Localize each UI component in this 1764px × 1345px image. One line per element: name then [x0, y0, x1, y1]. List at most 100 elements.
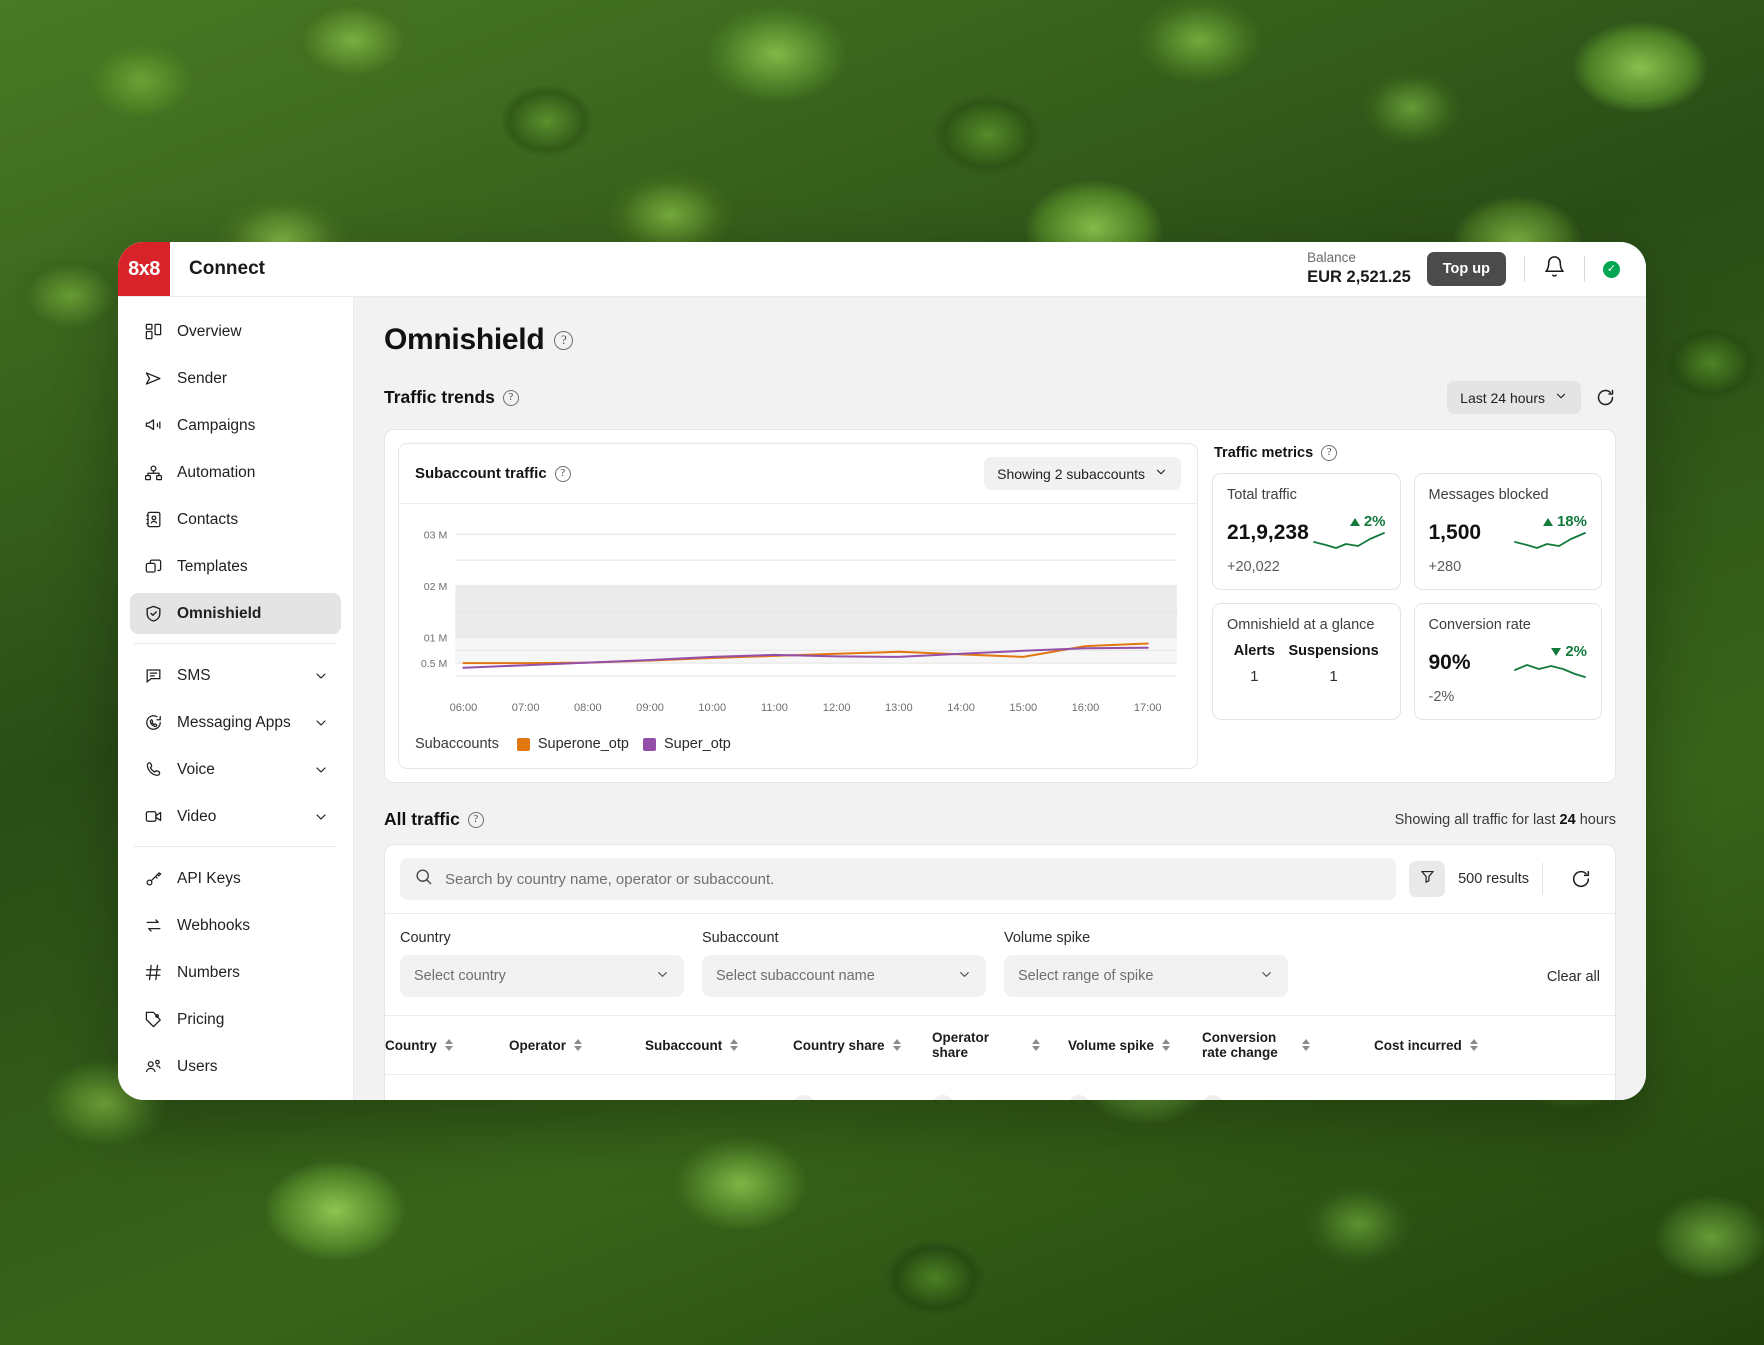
sort-icon[interactable] — [1469, 1039, 1478, 1051]
col-operator-share[interactable]: Operator share — [932, 1016, 1068, 1075]
traffic-trends-header: Traffic trends ? Last 24 hours — [384, 381, 1616, 414]
divider — [1524, 256, 1525, 282]
svg-text:17:00: 17:00 — [1134, 702, 1162, 714]
help-icon[interactable]: ? — [502, 389, 519, 406]
metric-label: Messages blocked — [1428, 487, 1549, 503]
sort-icon[interactable] — [1032, 1039, 1040, 1051]
sidebar-item-automation[interactable]: Automation — [130, 452, 341, 493]
chart-plot-area: 0.5 M 01 M 02 M 03 M 06:00 07:00 08:00 09:00 10… — [399, 504, 1197, 726]
legend-title: Subaccounts — [415, 736, 499, 752]
cell-country: India — [385, 1074, 509, 1100]
col-cost-incurred[interactable]: Cost incurred — [1374, 1016, 1615, 1075]
legend-item-superone-otp[interactable]: Superone_otp — [516, 736, 629, 752]
glance-header: Alerts — [1233, 643, 1275, 659]
sidebar-item-voice[interactable]: Voice — [130, 749, 341, 790]
whatsapp-icon — [142, 712, 164, 734]
col-country[interactable]: Country — [385, 1016, 509, 1075]
help-icon[interactable]: ? — [554, 465, 571, 482]
sidebar-item-label: Messaging Apps — [177, 713, 291, 731]
metric-value: 90% — [1428, 650, 1471, 674]
chevron-down-icon[interactable] — [313, 668, 329, 684]
metric-label: Conversion rate — [1428, 617, 1531, 633]
top-up-button[interactable]: Top up — [1426, 252, 1506, 286]
sidebar-item-video[interactable]: Video — [130, 796, 341, 837]
sidebar-item-label: Omnishield — [177, 604, 262, 622]
sidebar-item-templates[interactable]: Templates — [130, 546, 341, 587]
sidebar-item-label: Numbers — [177, 963, 240, 981]
clear-all-button[interactable]: Clear all — [1547, 969, 1600, 985]
cell-operator-share: 10% — [932, 1074, 1068, 1100]
brand-logo[interactable]: 8x8 — [118, 242, 170, 296]
col-operator[interactable]: Operator — [509, 1016, 645, 1075]
sort-icon[interactable] — [892, 1039, 901, 1051]
chevron-down-icon — [1554, 389, 1568, 406]
search-input[interactable] — [445, 870, 1383, 888]
help-icon[interactable]: ? — [554, 330, 574, 350]
col-country-share[interactable]: Country share — [793, 1016, 932, 1075]
sidebar-item-messaging-apps[interactable]: Messaging Apps — [130, 702, 341, 743]
help-icon[interactable]: ? — [467, 811, 484, 828]
sidebar-item-label: Users — [177, 1057, 218, 1075]
sidebar-item-contacts[interactable]: Contacts — [130, 499, 341, 540]
svg-text:09:00: 09:00 — [636, 702, 664, 714]
legend-label: Super_otp — [663, 736, 731, 752]
metric-delta: 18% — [1513, 513, 1587, 530]
video-icon — [142, 806, 164, 828]
svg-text:14:00: 14:00 — [947, 702, 975, 714]
sidebar-item-pricing[interactable]: Pricing — [130, 999, 341, 1040]
summary-prefix: Showing all traffic for last — [1394, 811, 1560, 828]
refresh-trends-button[interactable] — [1595, 387, 1616, 408]
balance-value: EUR 2,521.25 — [1307, 268, 1411, 287]
megaphone-icon — [142, 415, 164, 437]
glance-col-suspensions: Suspensions 1 — [1288, 643, 1378, 685]
hash-icon — [142, 962, 164, 984]
legend-item-super-otp[interactable]: Super_otp — [642, 736, 731, 752]
sidebar-item-sms[interactable]: SMS — [130, 655, 341, 696]
sidebar-item-label: Video — [177, 807, 217, 825]
search-box[interactable] — [400, 858, 1397, 900]
page-title: Omnishield — [384, 323, 545, 356]
time-range-select[interactable]: Last 24 hours — [1447, 381, 1581, 414]
chevron-down-icon[interactable] — [313, 809, 329, 825]
table-row[interactable]: India Vodafone Superone_otp 10% 10% 10% … — [385, 1074, 1615, 1100]
key-icon — [142, 868, 164, 890]
metric-card-omnishield-at-a-glance: Omnishield at a glance Alerts 1 Suspensi… — [1212, 603, 1401, 720]
top-bar-actions: Balance EUR 2,521.25 Top up ✓ — [1307, 242, 1646, 296]
chevron-down-icon[interactable] — [313, 762, 329, 778]
cell-conversion-rate-change: 10% — [1202, 1074, 1374, 1100]
refresh-table-button[interactable] — [1556, 868, 1600, 890]
help-icon[interactable]: ? — [1321, 445, 1338, 461]
filter-toggle-button[interactable] — [1409, 861, 1446, 897]
sidebar-item-webhooks[interactable]: Webhooks — [130, 905, 341, 946]
chevron-down-icon[interactable] — [313, 715, 329, 731]
sort-icon[interactable] — [1302, 1039, 1310, 1051]
app-window: 8x8 Connect Balance EUR 2,521.25 Top up … — [118, 242, 1646, 1100]
sidebar-item-campaigns[interactable]: Campaigns — [130, 405, 341, 446]
sidebar-item-omnishield[interactable]: Omnishield — [130, 593, 341, 634]
sidebar-item-sender[interactable]: Sender — [130, 358, 341, 399]
sidebar-item-api-keys[interactable]: API Keys — [130, 858, 341, 899]
sparkline — [1514, 664, 1586, 678]
volume-spike-select[interactable]: Select range of spike — [1004, 955, 1288, 997]
sort-icon[interactable] — [730, 1039, 739, 1051]
account-verified-icon[interactable]: ✓ — [1603, 260, 1620, 278]
col-subaccount[interactable]: Subaccount — [645, 1016, 793, 1075]
sidebar-item-overview[interactable]: Overview — [130, 311, 341, 352]
sidebar-item-users[interactable]: Users — [130, 1046, 341, 1087]
trend-badge — [793, 1095, 815, 1100]
sort-icon[interactable] — [574, 1039, 583, 1051]
col-volume-spike[interactable]: Volume spike — [1068, 1016, 1202, 1075]
sort-icon[interactable] — [1162, 1039, 1171, 1051]
col-conversion-rate-change[interactable]: Conversion rate change — [1202, 1016, 1374, 1075]
filters-row: Country Select country Subaccount Select… — [385, 914, 1615, 1016]
subaccount-select[interactable]: Select subaccount name — [702, 955, 986, 997]
sort-icon[interactable] — [444, 1039, 453, 1051]
svg-text:10:00: 10:00 — [698, 702, 726, 714]
showing-subaccounts-select[interactable]: Showing 2 subaccounts — [984, 457, 1181, 490]
sidebar-item-numbers[interactable]: Numbers — [130, 952, 341, 993]
glance-row: Alerts 1 Suspensions 1 — [1227, 643, 1386, 685]
notifications-bell-icon[interactable] — [1543, 255, 1566, 283]
country-select[interactable]: Select country — [400, 955, 684, 997]
metric-value: 21,9,238 — [1227, 520, 1309, 544]
users-icon — [142, 1056, 164, 1078]
